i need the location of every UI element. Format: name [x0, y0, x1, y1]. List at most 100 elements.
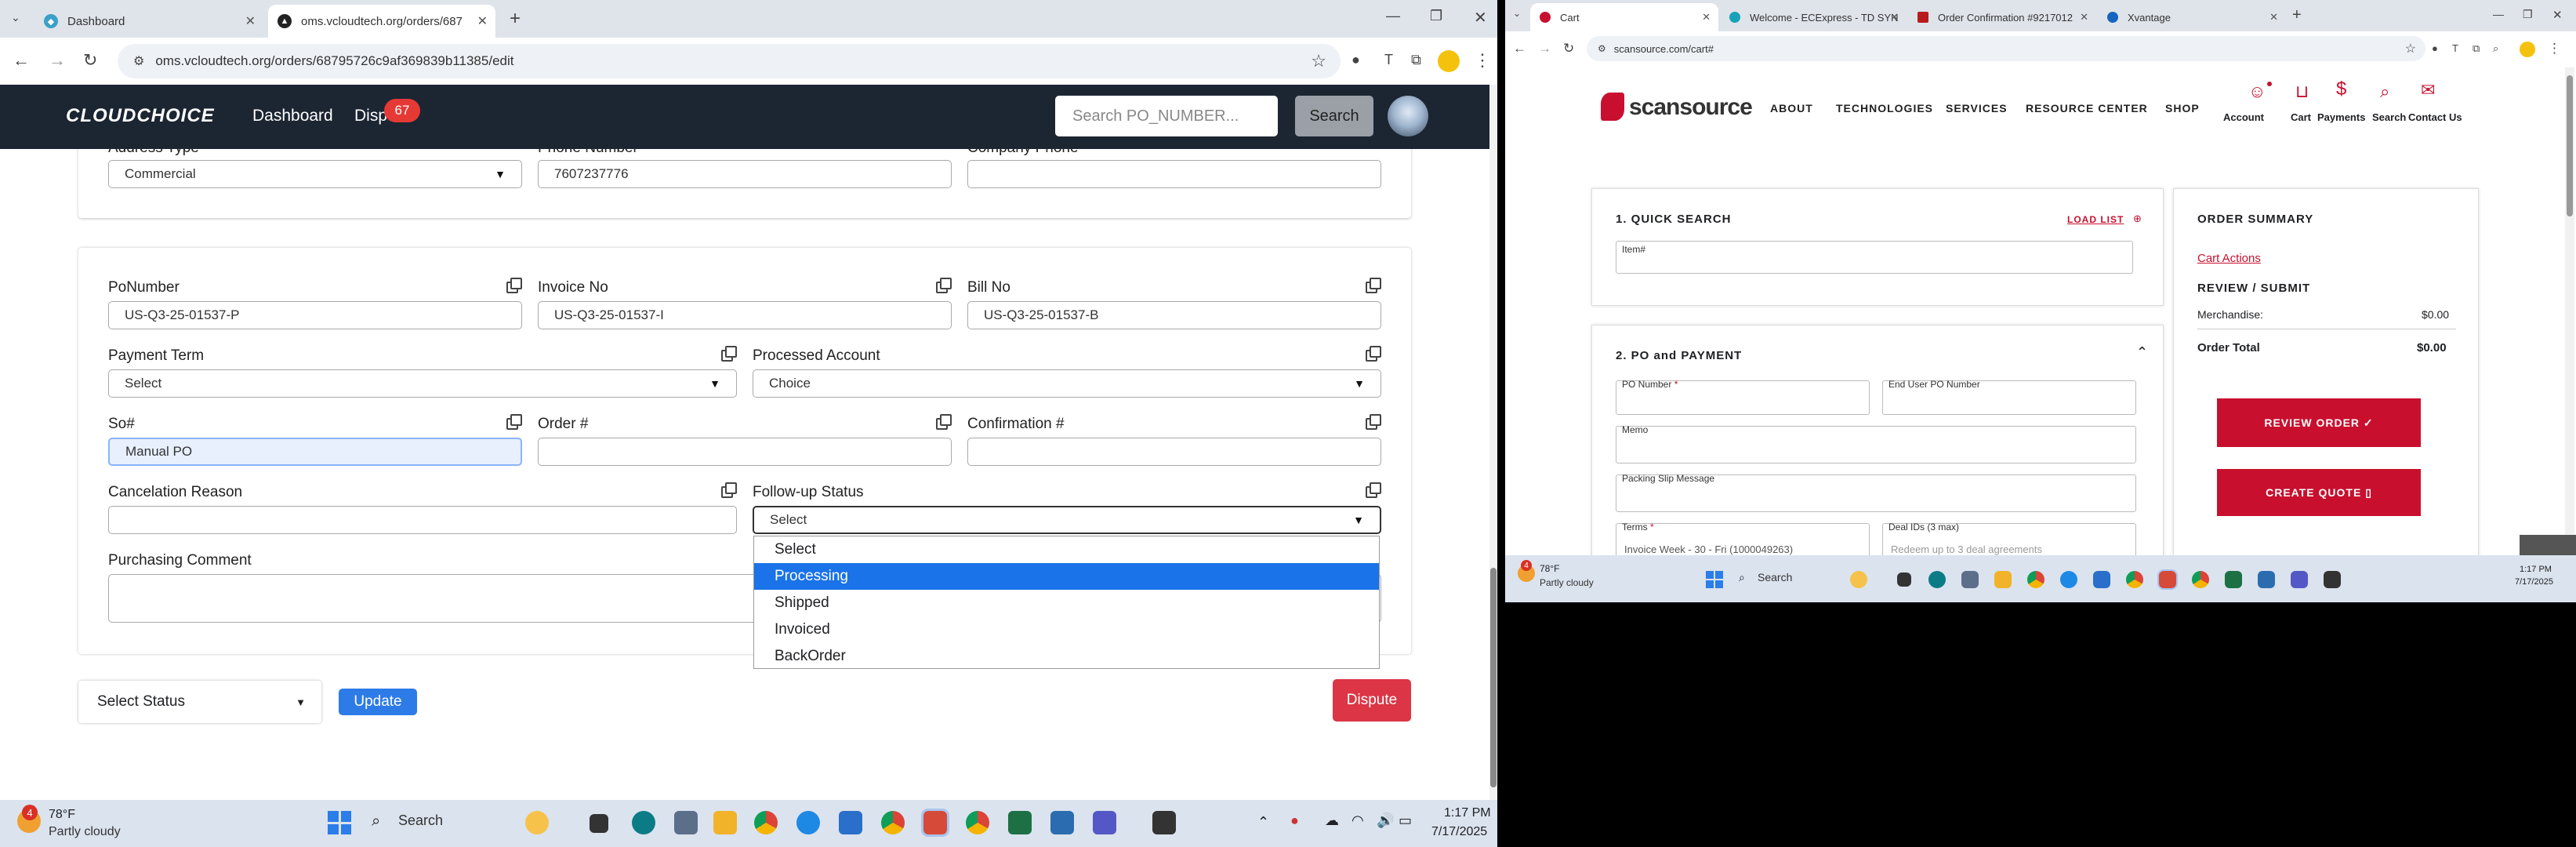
volume-icon[interactable]: 🔊	[1377, 812, 1394, 829]
right-scrollbar-thumb[interactable]	[2567, 75, 2573, 216]
sticky-notes-icon[interactable]	[2324, 571, 2341, 588]
nav-resource-center[interactable]: RESOURCE CENTER	[2026, 102, 2148, 115]
address-bar[interactable]: ⚙ oms.vcloudtech.org/orders/68795726c9af…	[118, 44, 1341, 78]
app-icon[interactable]	[632, 811, 655, 834]
copy-icon[interactable]	[1366, 482, 1381, 498]
close-tab-icon[interactable]: ✕	[477, 13, 488, 29]
reload-icon[interactable]: ↻	[1563, 41, 1574, 56]
copy-icon[interactable]	[506, 414, 522, 430]
tab-xvantage[interactable]: Xvantage ✕	[2098, 3, 2286, 31]
app-icon[interactable]	[2093, 571, 2110, 588]
chrome-icon[interactable]	[754, 811, 778, 834]
option-invoiced[interactable]: Invoiced	[754, 616, 1379, 643]
address-type-select[interactable]: Commercial ▼	[108, 160, 522, 188]
site-info-icon[interactable]: ⚙	[133, 53, 144, 69]
edge-icon[interactable]	[796, 811, 820, 834]
payments-icon[interactable]: $	[2336, 78, 2346, 100]
contact-us-label[interactable]: Contact Us	[2408, 111, 2462, 123]
processed-account-select[interactable]: Choice ▼	[753, 369, 1381, 398]
copy-icon[interactable]	[721, 346, 737, 362]
wifi-icon[interactable]: ◠	[1351, 812, 1364, 829]
cart-actions-link[interactable]: Cart Actions	[2197, 252, 2261, 265]
reading-mode-icon[interactable]: T	[1384, 52, 1393, 68]
minimize-icon[interactable]: —	[1386, 8, 1400, 24]
tab-dashboard[interactable]: ◆ Dashboard ✕	[34, 5, 263, 38]
app-icon[interactable]	[2258, 571, 2275, 588]
chat-widget-button[interactable]	[2520, 535, 2576, 555]
taskbar-search[interactable]: Search	[398, 812, 443, 829]
company-phone-input[interactable]	[967, 160, 1381, 188]
back-icon[interactable]: ←	[13, 50, 30, 71]
reload-icon[interactable]: ↻	[83, 50, 97, 71]
nav-shop[interactable]: SHOP	[2165, 102, 2200, 115]
followup-status-select[interactable]: Select ▼	[753, 506, 1381, 534]
chrome-icon[interactable]	[2126, 571, 2143, 588]
close-tab-icon[interactable]: ✕	[1890, 11, 1899, 24]
taskbar-search[interactable]: Search	[1758, 571, 1792, 583]
profile-avatar[interactable]	[1388, 96, 1428, 136]
dispute-button[interactable]: Dispute	[1333, 679, 1411, 722]
calculator-icon[interactable]	[674, 811, 698, 834]
nav-services[interactable]: SERVICES	[1946, 102, 2008, 115]
tray-app-icon[interactable]: ●	[1290, 812, 1299, 829]
chrome-icon[interactable]	[2027, 571, 2044, 588]
teams-icon[interactable]	[2291, 571, 2308, 588]
update-button[interactable]: Update	[339, 689, 417, 715]
close-window-icon[interactable]: ✕	[2552, 8, 2563, 22]
cancelation-reason-input[interactable]	[108, 506, 737, 534]
excel-icon[interactable]	[1008, 811, 1032, 834]
menu-kebab-icon[interactable]: ⋮	[1474, 50, 1491, 71]
nav-technologies[interactable]: TECHNOLOGIES	[1836, 102, 1933, 115]
excel-icon[interactable]	[2225, 571, 2242, 588]
back-icon[interactable]: ←	[1513, 41, 1526, 56]
scrollbar-thumb[interactable]	[1490, 568, 1497, 787]
account-label[interactable]: Account	[2223, 111, 2264, 123]
extensions-puzzle-icon[interactable]: ⧉	[2473, 42, 2480, 55]
restore-icon[interactable]: ❐	[2523, 8, 2533, 21]
load-list-link[interactable]: LOAD LIST	[2067, 214, 2124, 225]
tab-cart[interactable]: Cart ✕	[1530, 3, 1718, 31]
status-select[interactable]: Select Status ▼	[78, 681, 321, 723]
invoice-no-input[interactable]: US-Q3-25-01537-I	[538, 301, 952, 329]
account-icon[interactable]: ☺	[2248, 82, 2266, 102]
forward-icon[interactable]: →	[1538, 41, 1551, 56]
contact-chat-icon[interactable]: ✉	[2421, 80, 2435, 100]
forward-icon[interactable]: →	[49, 50, 66, 71]
calculator-icon[interactable]	[1961, 571, 1979, 588]
teams-icon[interactable]	[1093, 811, 1116, 834]
order-number-input[interactable]	[538, 438, 952, 466]
tab-order-confirmation[interactable]: Order Confirmation #9217012 ✕	[1908, 3, 2096, 31]
nav-dashboard-link[interactable]: Dashboard	[252, 107, 333, 125]
close-window-icon[interactable]: ✕	[1474, 8, 1487, 27]
close-tab-icon[interactable]: ✕	[2080, 11, 2088, 24]
taskbar-time[interactable]: 1:17 PM	[1444, 806, 1491, 820]
copy-icon[interactable]	[721, 482, 737, 498]
payments-label[interactable]: Payments	[2317, 111, 2365, 123]
extension-icon[interactable]: ●	[2432, 42, 2438, 54]
close-tab-icon[interactable]: ✕	[1702, 11, 1711, 24]
site-info-icon[interactable]: ⚙	[1598, 43, 1606, 54]
tray-cloud-icon[interactable]: ☁	[1325, 812, 1339, 829]
profile-avatar-icon[interactable]	[2520, 42, 2535, 57]
active-app-icon[interactable]	[2157, 569, 2178, 590]
app-icon[interactable]	[1928, 571, 1946, 588]
po-search-button[interactable]: Search	[1295, 96, 1373, 136]
cloudchoice-logo-text[interactable]: CLOUDCHOICE	[66, 105, 215, 127]
chrome-icon[interactable]	[2192, 571, 2209, 588]
search-icon[interactable]: ⌕	[2380, 82, 2389, 102]
windows-start-icon[interactable]	[1706, 571, 1723, 588]
copy-icon[interactable]	[1366, 346, 1381, 362]
po-number-input[interactable]: US-Q3-25-01537-P	[108, 301, 522, 329]
menu-kebab-icon[interactable]: ⋮	[2548, 41, 2561, 56]
payment-term-select[interactable]: Select ▼	[108, 369, 737, 398]
tab-oms-orders[interactable]: ▲ oms.vcloudtech.org/orders/687 ✕	[268, 5, 495, 38]
app-icon[interactable]	[839, 811, 862, 834]
extension-icon[interactable]: ●	[1351, 52, 1360, 68]
po-number-search-input[interactable]: Search PO_NUMBER...	[1055, 96, 1278, 136]
taskbar-date[interactable]: 7/17/2025	[2515, 577, 2553, 587]
tab-search-icon[interactable]: ⌕	[2493, 42, 2498, 55]
chrome-icon[interactable]	[881, 811, 905, 834]
collapse-chevron-up-icon[interactable]: ⌃	[2136, 344, 2148, 361]
create-quote-button[interactable]: CREATE QUOTE ▯	[2217, 469, 2421, 516]
option-select[interactable]: Select	[754, 536, 1379, 563]
